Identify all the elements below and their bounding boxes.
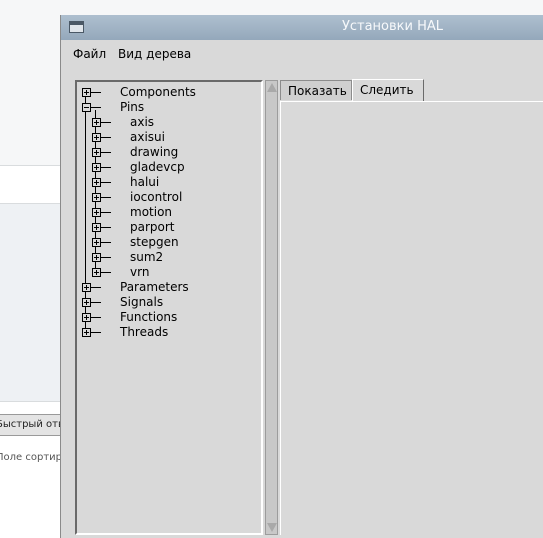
collapse-icon[interactable]	[82, 103, 91, 112]
tree-item-pin-stepgen[interactable]: stepgen	[77, 235, 257, 250]
tree-item-pin-motion[interactable]: motion	[77, 205, 257, 220]
expand-icon[interactable]	[92, 118, 101, 127]
tree-item-label: drawing	[130, 145, 179, 159]
hal-tree: Components Pins axis axisui drawing gladevc…	[75, 80, 263, 535]
tree-item-label: parport	[130, 220, 175, 234]
expand-icon[interactable]	[92, 178, 101, 187]
expand-icon[interactable]	[82, 298, 91, 307]
tree-item-pin-drawing[interactable]: drawing	[77, 145, 257, 160]
tree-item-threads[interactable]: Threads	[77, 325, 257, 340]
tree-scrollbar[interactable]	[265, 80, 278, 535]
hal-configuration-window: Установки HAL Файл Вид дерева Components…	[60, 15, 543, 538]
expand-icon[interactable]	[92, 148, 101, 157]
tree-item-label: Functions	[120, 310, 178, 324]
window-title: Установки HAL	[341, 19, 444, 34]
tree-item-parameters[interactable]: Parameters	[77, 280, 257, 295]
expand-icon[interactable]	[92, 238, 101, 247]
scroll-up-arrow-icon[interactable]	[267, 83, 277, 92]
tree-item-pin-vrn[interactable]: vrn	[77, 265, 257, 280]
tree-item-label: iocontrol	[130, 190, 183, 204]
tree-item-signals[interactable]: Signals	[77, 295, 257, 310]
tree-item-label: Threads	[120, 325, 169, 339]
tree-item-pin-sum2[interactable]: sum2	[77, 250, 257, 265]
title-bar[interactable]: Установки HAL	[61, 15, 543, 40]
expand-icon[interactable]	[92, 223, 101, 232]
expand-icon[interactable]	[82, 88, 91, 97]
tree-item-functions[interactable]: Functions	[77, 310, 257, 325]
menu-tree-view[interactable]: Вид дерева	[118, 47, 191, 61]
tree-item-pin-gladevcp[interactable]: gladevcp	[77, 160, 257, 175]
tree-item-label: sum2	[130, 250, 164, 264]
background-sort-text: Поле сортировки	[0, 452, 62, 463]
expand-icon[interactable]	[82, 313, 91, 322]
expand-icon[interactable]	[92, 133, 101, 142]
tree-item-label: motion	[130, 205, 173, 219]
background-quick-reply-tab[interactable]: Быстрый ответ	[0, 414, 63, 436]
expand-icon[interactable]	[82, 328, 91, 337]
tree-item-components[interactable]: Components	[77, 85, 257, 100]
tree-item-label: Pins	[120, 100, 145, 114]
menu-bar: Файл Вид дерева	[61, 40, 543, 68]
tree-item-pin-axis[interactable]: axis	[77, 115, 257, 130]
expand-icon[interactable]	[92, 193, 101, 202]
tree-item-pin-parport[interactable]: parport	[77, 220, 257, 235]
expand-icon[interactable]	[92, 163, 101, 172]
tree-item-label: gladevcp	[130, 160, 185, 174]
tab-panel-watch	[280, 101, 543, 535]
expand-icon[interactable]	[92, 208, 101, 217]
tree-item-label: Parameters	[120, 280, 189, 294]
tree-item-label: vrn	[130, 265, 150, 279]
expand-icon[interactable]	[92, 268, 101, 277]
scroll-down-arrow-icon[interactable]	[267, 523, 277, 532]
tab-container: Показать Следить	[280, 79, 543, 535]
tree-item-pin-axisui[interactable]: axisui	[77, 130, 257, 145]
tree-item-pin-halui[interactable]: halui	[77, 175, 257, 190]
tree-item-label: halui	[130, 175, 160, 189]
tree-item-label: axisui	[130, 130, 165, 144]
tab-show[interactable]: Показать	[280, 80, 352, 100]
tree-item-label: stepgen	[130, 235, 179, 249]
background-page-panel	[0, 203, 62, 402]
menu-file[interactable]: Файл	[73, 47, 106, 61]
tree-item-label: Components	[120, 85, 196, 99]
tab-watch[interactable]: Следить	[352, 79, 424, 101]
tree-item-pins[interactable]: Pins	[77, 100, 257, 115]
tree-item-label: axis	[130, 115, 155, 129]
expand-icon[interactable]	[92, 253, 101, 262]
tree-item-label: Signals	[120, 295, 164, 309]
tree-item-pin-iocontrol[interactable]: iocontrol	[77, 190, 257, 205]
expand-icon[interactable]	[82, 283, 91, 292]
